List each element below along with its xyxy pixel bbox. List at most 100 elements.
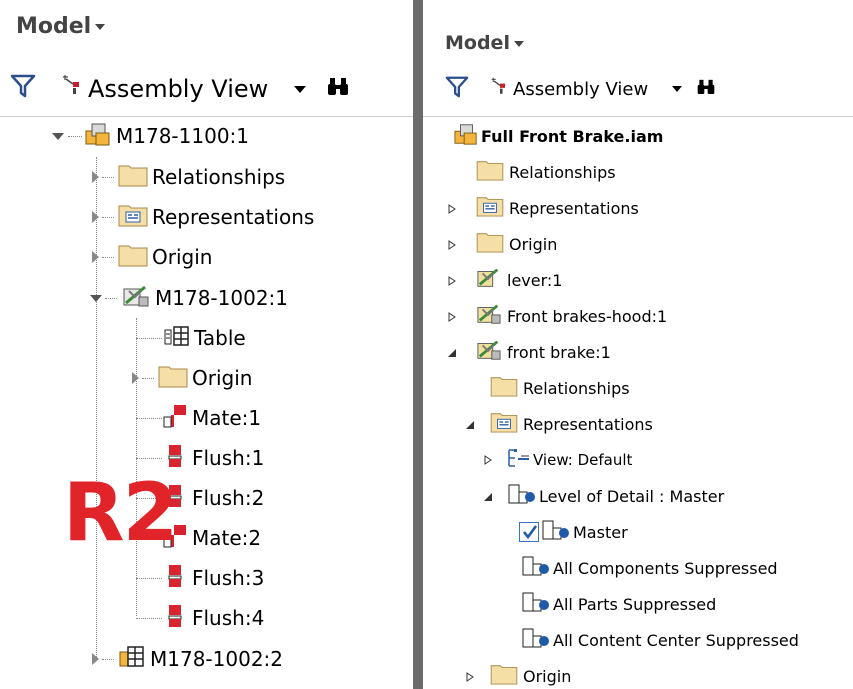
expand-toggle-icon[interactable] — [92, 251, 99, 263]
view-selector-label[interactable]: Assembly View — [88, 75, 268, 103]
annotation-label: R2 — [63, 466, 178, 559]
tree-node-representations-2[interactable]: Representations — [465, 406, 653, 442]
tree-node-label: Level of Detail : Master — [539, 486, 725, 506]
expand-toggle-icon[interactable] — [483, 487, 493, 506]
expand-toggle-icon[interactable] — [447, 343, 457, 362]
expand-toggle-icon[interactable] — [465, 415, 475, 434]
folder-icon — [118, 243, 148, 272]
tree-node-m178-1100-1[interactable]: M178-1100:1 — [52, 116, 249, 156]
tree-guide — [142, 377, 154, 379]
tree-node-m178-1002-2[interactable]: M178-1002:2 — [92, 639, 283, 679]
tree-node-level-of-detail[interactable]: Level of Detail : Master — [483, 478, 724, 514]
level-of-detail-icon — [521, 626, 551, 654]
tree-node-lod-all-components[interactable]: All Components Suppressed — [521, 550, 778, 586]
tree-node-label: All Parts Suppressed — [553, 594, 717, 614]
tree-node-origin[interactable]: Origin — [92, 237, 212, 277]
tree-node-flush-4[interactable]: Flush:4 — [136, 598, 264, 638]
tree-guide — [68, 135, 82, 137]
tree-node-representations[interactable]: Representations — [447, 190, 639, 226]
tree-guide — [102, 216, 114, 218]
tree-node-label: Mate:2 — [192, 526, 262, 550]
tree-node-lod-all-content-center[interactable]: All Content Center Suppressed — [521, 622, 799, 658]
expand-toggle-icon[interactable] — [52, 132, 64, 140]
tree-node-label: Flush:2 — [192, 486, 265, 510]
table-driven-assembly-icon — [118, 644, 146, 675]
model-menu[interactable]: Model — [16, 14, 106, 39]
assembly-icon — [453, 122, 479, 150]
find-binoculars-icon[interactable] — [326, 75, 350, 103]
tree-node-label: Mate:1 — [192, 406, 262, 430]
tree-node-label: All Content Center Suppressed — [553, 630, 799, 650]
table-icon — [162, 324, 190, 353]
tree-node-label: M178-1002:2 — [150, 647, 284, 671]
view-dropdown-icon[interactable] — [672, 86, 683, 92]
view-dropdown-icon[interactable] — [294, 85, 307, 93]
tree-node-label: All Components Suppressed — [553, 558, 778, 578]
weldment-icon — [475, 266, 503, 294]
model-menu[interactable]: Model — [445, 32, 524, 54]
tree-node-flush-3[interactable]: Flush:3 — [136, 558, 264, 598]
expand-toggle-icon[interactable] — [447, 307, 457, 326]
tree-node-label: M178-1002:1 — [155, 286, 289, 310]
expand-toggle-icon[interactable] — [92, 653, 99, 665]
weldment-icon — [475, 302, 503, 330]
representations-folder-icon — [489, 411, 519, 437]
tree-node-label: Flush:4 — [192, 606, 265, 630]
expand-toggle-icon[interactable] — [465, 667, 475, 686]
tree-node-front-brake-1[interactable]: front brake:1 — [447, 334, 611, 370]
tree-guide — [136, 577, 162, 579]
tree-node-representations[interactable]: Representations — [92, 197, 314, 237]
active-checkbox[interactable] — [519, 522, 539, 542]
tree-node-view-default[interactable]: View: Default — [483, 442, 632, 478]
tree-node-mate-1[interactable]: Mate:1 — [136, 398, 261, 438]
tree-node-label: Front brakes-hood:1 — [507, 306, 668, 326]
tree-node-table[interactable]: Table — [136, 318, 246, 358]
tree-guide — [105, 297, 117, 299]
find-binoculars-icon[interactable] — [696, 77, 716, 101]
tree-node-label: Relationships — [152, 165, 286, 189]
model-menu-label: Model — [16, 14, 92, 39]
tree-node-m178-1002-1[interactable]: M178-1002:1 — [90, 278, 288, 318]
tree-guide — [102, 658, 114, 660]
folder-icon — [158, 364, 188, 393]
expand-toggle-icon[interactable] — [92, 211, 99, 223]
tree-node-label: Relationships — [523, 378, 630, 398]
folder-icon — [118, 163, 148, 192]
tree-node-origin-2[interactable]: Origin — [132, 358, 252, 398]
toolbar-separator — [423, 116, 853, 117]
tree-node-origin[interactable]: Origin — [447, 226, 557, 262]
tree-node-relationships-2[interactable]: Relationships — [489, 370, 630, 406]
flush-constraint-icon — [162, 603, 188, 634]
expand-toggle-icon[interactable] — [447, 271, 457, 290]
mate-constraint-icon — [162, 403, 188, 434]
expand-toggle-icon[interactable] — [90, 294, 102, 302]
view-selector-label[interactable]: Assembly View — [513, 79, 648, 100]
representations-folder-icon — [118, 203, 148, 232]
filter-icon[interactable] — [10, 73, 36, 105]
tree-guide — [136, 457, 162, 459]
expand-toggle-icon[interactable] — [447, 235, 457, 254]
tree-guide — [136, 337, 162, 339]
tree-node-full-front-brake[interactable]: Full Front Brake.iam — [453, 118, 663, 154]
expand-toggle-icon[interactable] — [132, 372, 139, 384]
tree-node-label: Representations — [509, 198, 639, 218]
expand-toggle-icon[interactable] — [92, 171, 99, 183]
tree-node-relationships[interactable]: Relationships — [475, 154, 616, 190]
expand-toggle-icon[interactable] — [447, 199, 457, 218]
filter-icon[interactable] — [445, 75, 469, 104]
tree-node-label: Origin — [509, 234, 558, 254]
tree-node-origin-2[interactable]: Origin — [465, 658, 571, 689]
tree-node-lod-all-parts[interactable]: All Parts Suppressed — [521, 586, 716, 622]
chevron-down-icon — [513, 40, 524, 47]
tree-node-lod-master[interactable]: Master — [519, 514, 628, 550]
right-model-browser: Model Assembly View Full Front Brake.iam… — [423, 0, 853, 689]
tree-node-front-brakes-hood-1[interactable]: Front brakes-hood:1 — [447, 298, 667, 334]
weldment-icon — [475, 338, 503, 366]
level-of-detail-icon — [507, 482, 537, 510]
representations-folder-icon — [475, 195, 505, 221]
tree-node-label: Origin — [152, 245, 213, 269]
level-of-detail-icon — [521, 554, 551, 582]
expand-toggle-icon[interactable] — [483, 451, 493, 469]
tree-node-relationships[interactable]: Relationships — [92, 157, 285, 197]
tree-node-lever-1[interactable]: lever:1 — [447, 262, 562, 298]
